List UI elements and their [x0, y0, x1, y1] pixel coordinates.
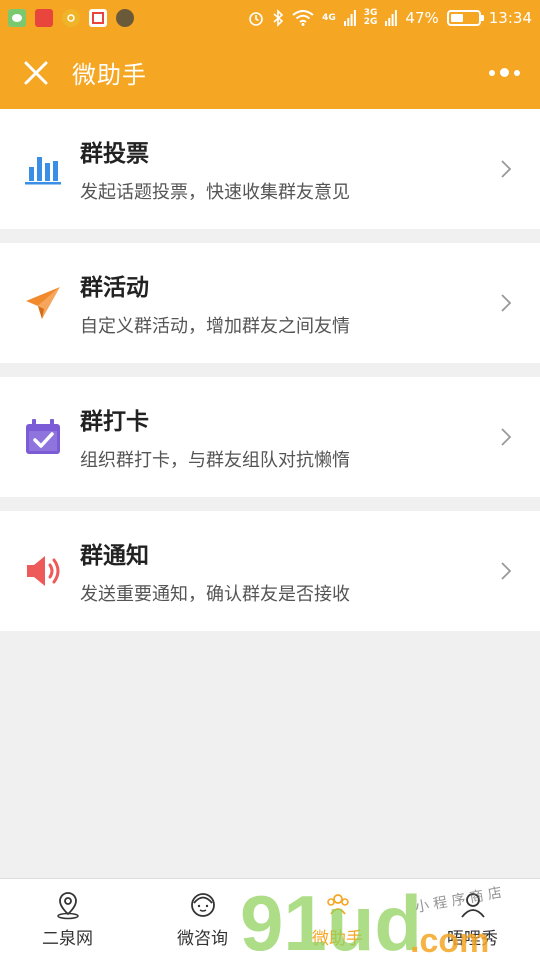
nav-bar: 微助手	[0, 36, 540, 109]
network-3g2g-label: 3G 2G	[363, 8, 378, 27]
bluetooth-icon	[273, 9, 284, 27]
tab-assistant[interactable]: 微助手	[270, 879, 405, 960]
tab-label: 二泉网	[42, 929, 93, 949]
shop-notification-icon	[89, 9, 107, 27]
tab-label: 微咨询	[177, 929, 228, 949]
feature-list: 群投票 发起话题投票，快速收集群友意见 群活动 自定义群活动，增加群友之间友情	[0, 109, 540, 645]
tab-label: 唔哩秀	[447, 929, 498, 949]
wechat-notification-icon	[8, 9, 26, 27]
list-item-title: 群活动	[80, 275, 149, 301]
list-item-subtitle: 自定义群活动，增加群友之间友情	[80, 316, 350, 337]
paper-plane-icon	[0, 243, 80, 363]
more-dot-icon	[488, 69, 495, 76]
list-item-text: 群打卡 组织群打卡，与群友组队对抗懒惰	[80, 402, 486, 472]
tab-wulixiu[interactable]: 唔哩秀	[405, 879, 540, 960]
more-dot-icon	[513, 69, 520, 76]
list-item-title: 群通知	[80, 543, 149, 569]
signal-icon-2	[385, 10, 398, 26]
bar-chart-icon	[0, 109, 80, 229]
list-item-title: 群打卡	[80, 409, 149, 435]
list-item-text: 群活动 自定义群活动，增加群友之间友情	[80, 268, 486, 338]
wifi-icon	[292, 10, 314, 26]
list-item-subtitle: 发起话题投票，快速收集群友意见	[80, 182, 350, 203]
user-icon	[460, 893, 485, 918]
list-item-subtitle: 发送重要通知，确认群友是否接收	[80, 584, 350, 605]
chevron-right-icon	[486, 427, 526, 447]
bottom-tab-bar: 二泉网 微咨询 微助手 唔哩秀	[0, 878, 540, 960]
list-item-title: 群投票	[80, 141, 149, 167]
tab-consult[interactable]: 微咨询	[135, 879, 270, 960]
tab-erquan[interactable]: 二泉网	[0, 879, 135, 960]
customer-service-icon	[190, 893, 215, 917]
list-item-group-checkin[interactable]: 群打卡 组织群打卡，与群友组队对抗懒惰	[0, 377, 540, 497]
coin-notification-icon	[62, 9, 80, 27]
camera-notification-icon	[116, 9, 134, 27]
list-item-subtitle: 组织群打卡，与群友组队对抗懒惰	[80, 450, 350, 471]
network-4g-label: 4G	[322, 12, 336, 23]
list-item-group-activity[interactable]: 群活动 自定义群活动，增加群友之间友情	[0, 243, 540, 363]
speaker-icon	[0, 511, 80, 631]
system-status: 4G 3G 2G 47% 13:34	[248, 9, 532, 27]
list-item-text: 群投票 发起话题投票，快速收集群友意见	[80, 134, 486, 204]
list-item-text: 群通知 发送重要通知，确认群友是否接收	[80, 536, 486, 606]
app-notification-icon	[35, 9, 53, 27]
list-item-group-vote[interactable]: 群投票 发起话题投票，快速收集群友意见	[0, 109, 540, 229]
signal-icon-1	[343, 10, 356, 26]
status-bar: 4G 3G 2G 47% 13:34	[0, 0, 540, 36]
notification-icons	[8, 9, 134, 27]
battery-percent: 47%	[405, 9, 439, 27]
calendar-check-icon	[0, 377, 80, 497]
list-item-group-notice[interactable]: 群通知 发送重要通知，确认群友是否接收	[0, 511, 540, 631]
page-title: 微助手	[72, 61, 147, 89]
battery-icon	[446, 10, 484, 26]
more-button[interactable]	[468, 36, 540, 109]
battery-level	[450, 14, 463, 22]
chevron-right-icon	[486, 159, 526, 179]
clock: 13:34	[488, 9, 532, 27]
chevron-right-icon	[486, 561, 526, 581]
tab-label: 微助手	[312, 929, 363, 949]
close-button[interactable]	[0, 36, 72, 109]
chevron-right-icon	[486, 293, 526, 313]
location-pin-icon	[56, 892, 79, 920]
close-icon	[24, 61, 48, 84]
more-dot-icon	[499, 68, 509, 77]
group-icon	[326, 894, 349, 915]
alarm-icon	[249, 12, 263, 26]
